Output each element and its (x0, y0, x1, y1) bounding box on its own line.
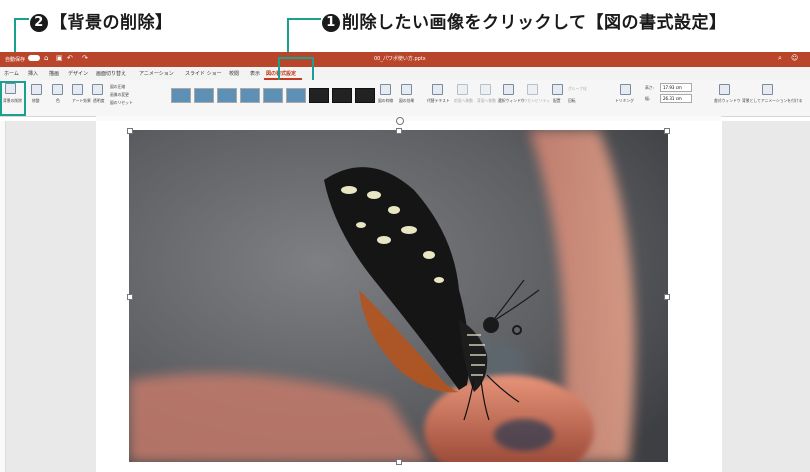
connector-line-step1-h (287, 18, 321, 20)
redo-icon[interactable]: ↷ (82, 54, 88, 62)
compress-pictures[interactable]: 図の圧縮 (110, 84, 125, 90)
alt-text-icon[interactable] (432, 84, 443, 95)
change-picture[interactable]: 画像の変更 (110, 92, 129, 98)
picture-style-7[interactable] (309, 88, 329, 103)
title-bar: 自動保存 ⌂ ▣ ↶ ↷ 00_パワポ使い方.pptx ⌕ ☺ (0, 52, 810, 67)
align-icon[interactable] (552, 84, 563, 95)
picture-effects-icon[interactable] (401, 84, 412, 95)
crop-icon[interactable] (620, 84, 631, 95)
ribbon-tabs: ホーム 挿入 描画 デザイン 画面切り替え アニメーション スライド ショー 校… (0, 67, 810, 146)
undo-icon[interactable]: ↶ (67, 54, 73, 62)
resize-handle-l[interactable] (127, 294, 133, 300)
resize-handle-r[interactable] (664, 294, 670, 300)
send-backward-label[interactable]: 背面へ移動 (477, 98, 496, 104)
format-pane-icon[interactable] (719, 84, 730, 95)
resize-handle-t[interactable] (396, 128, 402, 134)
account-icon[interactable]: ☺ (791, 54, 798, 62)
artistic-effects-label[interactable]: アート効果 (72, 98, 91, 104)
selection-pane-icon[interactable] (503, 84, 514, 95)
file-name: 00_パワポ使い方.pptx (374, 56, 426, 62)
send-backward-icon[interactable] (480, 84, 491, 95)
callout-step2: 2 【背景の削除】 (30, 8, 173, 33)
height-label: 高さ: (645, 85, 654, 90)
home-icon[interactable]: ⌂ (44, 54, 48, 62)
bring-forward-icon[interactable] (457, 84, 468, 95)
picture-effects-label[interactable]: 図の効果 (399, 98, 414, 104)
bring-forward-label[interactable]: 前面へ移動 (454, 98, 473, 104)
color-label[interactable]: 色 (56, 98, 60, 104)
step1-number: 1 (322, 14, 340, 32)
color-icon[interactable] (52, 84, 63, 95)
accessibility-icon[interactable] (527, 84, 538, 95)
tab-insert[interactable]: 挿入 (28, 70, 38, 77)
animate-background-label[interactable]: 背景としてアニメーションを付ける (742, 98, 802, 104)
step2-text: 【背景の削除】 (50, 13, 173, 33)
tab-animations[interactable]: アニメーション (139, 70, 174, 77)
corrections-icon[interactable] (31, 84, 42, 95)
resize-handle-tr[interactable] (664, 128, 670, 134)
picture-style-3[interactable] (217, 88, 237, 103)
picture-border-icon[interactable] (380, 84, 391, 95)
tab-home[interactable]: ホーム (4, 70, 19, 77)
step1-text: 削除したい画像をクリックして【図の書式設定】 (342, 13, 727, 33)
transparency-label[interactable]: 透明度 (93, 98, 104, 104)
artistic-effects-icon[interactable] (72, 84, 83, 95)
highlight-remove-background (0, 81, 26, 116)
autosave-toggle[interactable] (28, 55, 40, 61)
picture-border-label[interactable]: 図の枠線 (378, 98, 393, 104)
picture-style-1[interactable] (171, 88, 191, 103)
picture-style-8[interactable] (332, 88, 352, 103)
height-input[interactable]: 17.93 cm (660, 83, 692, 92)
picture-style-9[interactable] (355, 88, 375, 103)
width-label: 幅: (645, 96, 651, 101)
vertical-ruler (0, 121, 6, 472)
tab-transitions[interactable]: 画面切り替え (96, 70, 126, 77)
animate-background-icon[interactable] (762, 84, 773, 95)
crop-label[interactable]: トリミング (615, 98, 634, 104)
tab-slideshow[interactable]: スライド ショー (185, 70, 222, 77)
butterfly-photo (129, 130, 668, 462)
connector-line-step2-h (14, 18, 29, 20)
corrections-label[interactable]: 修整 (32, 98, 40, 104)
reset-picture[interactable]: 図のリセット (110, 100, 133, 106)
alt-text-label[interactable]: 代替テキスト (427, 98, 450, 104)
tab-view[interactable]: 表示 (250, 70, 260, 77)
search-icon[interactable]: ⌕ (778, 54, 782, 63)
tab-review[interactable]: 校閲 (229, 70, 239, 77)
picture-style-6[interactable] (286, 88, 306, 103)
format-pane-label[interactable]: 書式ウィンドウ (714, 98, 741, 104)
group-label[interactable]: グループ化 (568, 86, 587, 92)
picture-style-4[interactable] (240, 88, 260, 103)
autosave-label: 自動保存 (5, 57, 26, 63)
tab-draw[interactable]: 描画 (49, 70, 59, 77)
rotation-handle[interactable] (396, 117, 404, 125)
callout-step1: 1 削除したい画像をクリックして【図の書式設定】 (322, 8, 727, 33)
accessibility-label[interactable]: アクセシビリティ (520, 98, 550, 104)
selected-picture[interactable] (129, 130, 668, 462)
tab-design[interactable]: デザイン (68, 70, 88, 77)
step2-number: 2 (30, 14, 48, 32)
resize-handle-b[interactable] (396, 459, 402, 465)
rotate-label[interactable]: 回転 (568, 98, 576, 104)
align-label[interactable]: 配置 (553, 98, 561, 104)
transparency-icon[interactable] (92, 84, 103, 95)
picture-style-2[interactable] (194, 88, 214, 103)
save-icon[interactable]: ▣ (56, 54, 63, 62)
picture-style-5[interactable] (263, 88, 283, 103)
resize-handle-tl[interactable] (127, 128, 133, 134)
width-input[interactable]: 26.31 cm (660, 94, 692, 103)
